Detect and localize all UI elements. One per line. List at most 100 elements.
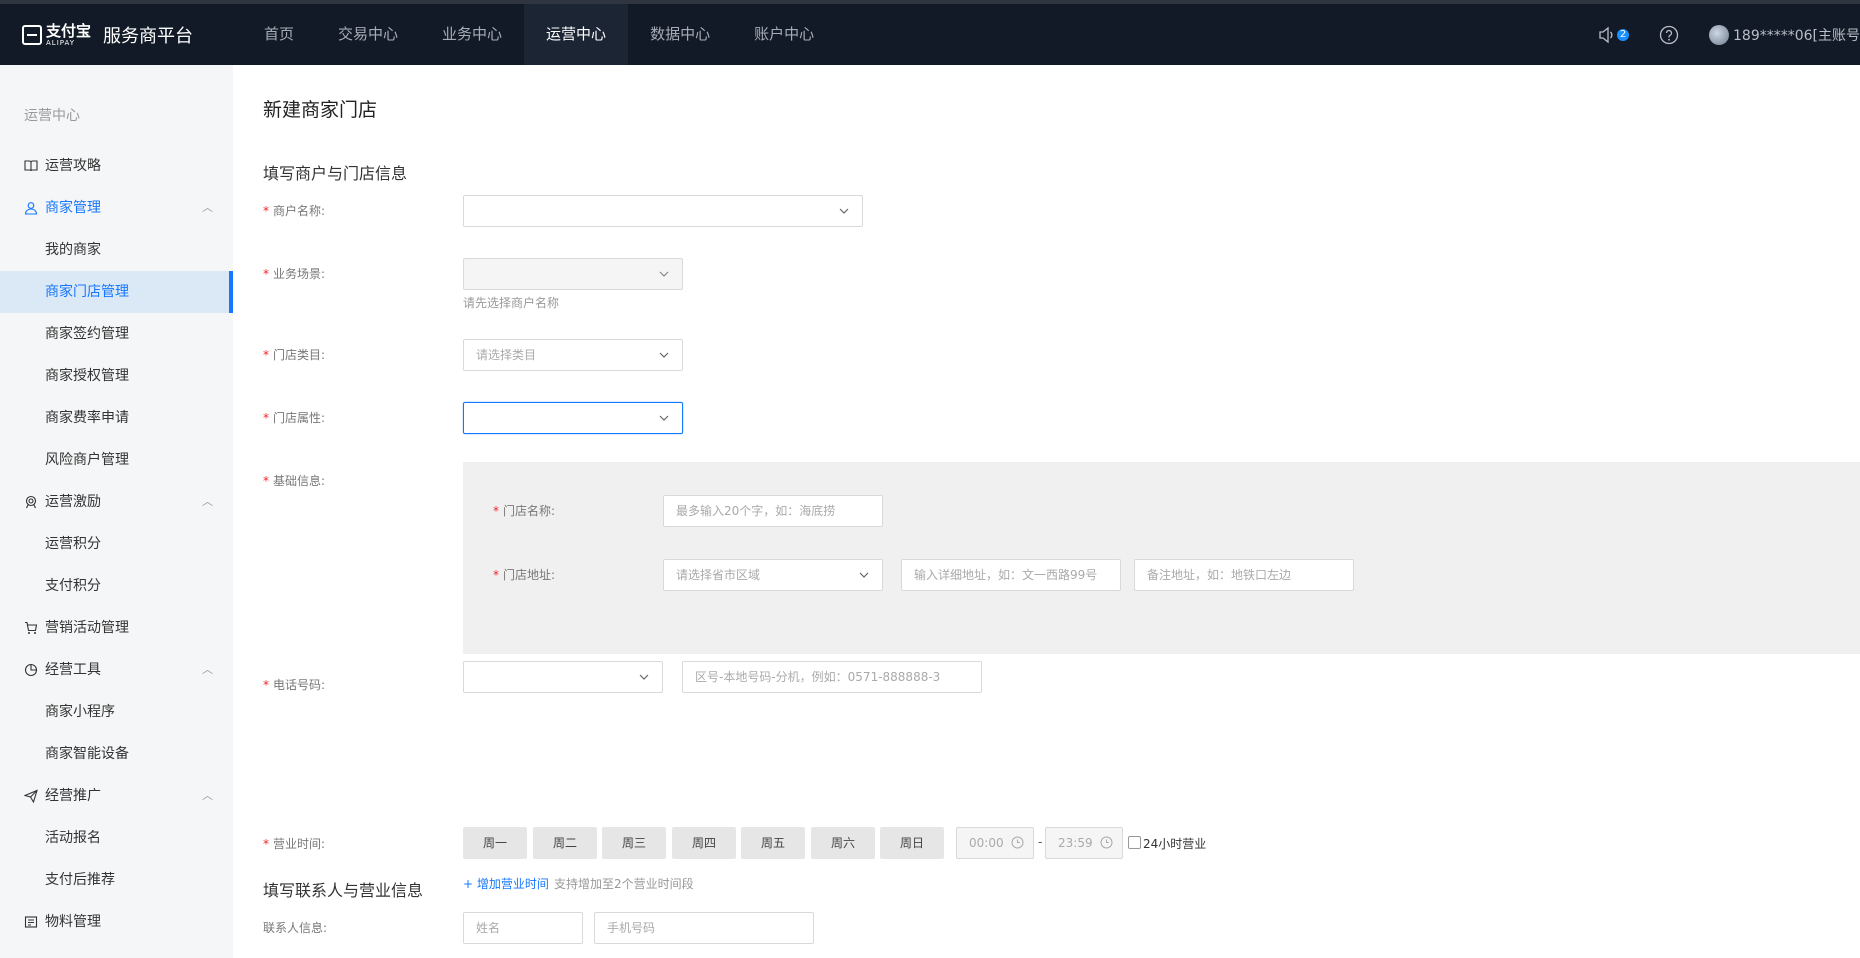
day-saturday-button[interactable]: 周六	[811, 827, 875, 859]
avatar	[1709, 24, 1729, 45]
merchant-name-select[interactable]	[463, 195, 863, 227]
sidebar-item-mini-program[interactable]: 商家小程序	[0, 691, 233, 733]
sidebar-item-smart-devices[interactable]: 商家智能设备	[0, 733, 233, 775]
day-thursday-button[interactable]: 周四	[672, 827, 736, 859]
header-right: 2 189*****06[主账号	[1598, 4, 1860, 65]
sidebar-item-label: 风险商户管理	[45, 452, 129, 468]
sidebar: 运营中心 运营攻略 商家管理 ︿ 我的商家 商家门店管理 商家签约管理 商家授权…	[0, 65, 233, 958]
region-select[interactable]: 请选择省市区域	[663, 559, 883, 591]
alipay-logo: 支付宝 ALIPAY	[22, 23, 91, 47]
cart-icon	[25, 621, 38, 634]
brand[interactable]: 支付宝 ALIPAY 服务商平台	[22, 22, 242, 48]
contact-name-input[interactable]: 姓名	[463, 912, 583, 944]
store-name-input[interactable]: 最多输入20个字，如：海底捞	[663, 495, 883, 527]
sidebar-item-operation-guide[interactable]: 运营攻略	[0, 145, 233, 187]
section-title-contact: 填写联系人与营业信息	[263, 881, 424, 900]
sidebar-item-merchant-management[interactable]: 商家管理 ︿	[0, 187, 233, 229]
sidebar-item-materials[interactable]: 物料管理	[0, 901, 233, 943]
nav-operation-center[interactable]: 运营中心	[524, 4, 629, 65]
sidebar-item-label: 商家授权管理	[45, 368, 129, 384]
chevron-up-icon: ︿	[202, 201, 213, 214]
phone-input[interactable]: 区号-本地号码-分机，例如：0571-888888-3	[682, 661, 982, 693]
sidebar-item-merchant-authorization[interactable]: 商家授权管理	[0, 355, 233, 397]
sidebar-item-merchant-rate[interactable]: 商家费率申请	[0, 397, 233, 439]
day-monday-button[interactable]: 周一	[463, 827, 527, 859]
sidebar-item-merchant-stores[interactable]: 商家门店管理	[0, 271, 233, 313]
sidebar-item-label: 商家费率申请	[45, 410, 129, 426]
phone-type-select[interactable]	[463, 661, 663, 693]
book-icon	[24, 160, 38, 172]
chevron-down-icon	[839, 208, 849, 214]
clock-icon	[1011, 836, 1024, 849]
sidebar-item-business-tools[interactable]: 经营工具 ︿	[0, 649, 233, 691]
chevron-up-icon: ︿	[202, 789, 213, 802]
sidebar-item-label: 支付积分	[45, 578, 101, 594]
sidebar-item-event-signup[interactable]: 活动报名	[0, 817, 233, 859]
store-category-label: * 门店类目:	[263, 348, 326, 362]
store-category-select[interactable]: 请选择类目	[463, 339, 683, 371]
start-time-input[interactable]: 00:00	[956, 827, 1034, 859]
material-icon	[24, 916, 38, 928]
nav-home[interactable]: 首页	[242, 4, 316, 65]
user-name: 189*****06[主账号	[1733, 27, 1860, 44]
sidebar-item-label: 商家智能设备	[45, 746, 129, 762]
day-sunday-button[interactable]: 周日	[880, 827, 944, 859]
day-wednesday-button[interactable]: 周三	[602, 827, 666, 859]
logo-subtext: ALIPAY	[46, 38, 76, 47]
day-friday-button[interactable]: 周五	[741, 827, 805, 859]
sidebar-item-risk-merchants[interactable]: 风险商户管理	[0, 439, 233, 481]
sidebar-item-label: 商家签约管理	[45, 326, 129, 342]
add-hours-link[interactable]: + 增加营业时间	[463, 875, 549, 892]
sidebar-item-label: 商家小程序	[45, 704, 115, 720]
nav-trade-center[interactable]: 交易中心	[316, 4, 420, 65]
sidebar-item-payment-points[interactable]: 支付积分	[0, 565, 233, 607]
help-button[interactable]	[1659, 25, 1679, 45]
merchant-name-label: * 商户名称:	[263, 204, 326, 218]
send-icon	[24, 789, 38, 803]
sidebar-item-label: 运营积分	[45, 536, 101, 552]
sidebar-item-label: 经营工具	[45, 662, 101, 678]
basic-info-label: * 基础信息:	[263, 474, 326, 488]
sidebar-item-merchant-contracts[interactable]: 商家签约管理	[0, 313, 233, 355]
chevron-down-icon	[659, 352, 669, 358]
day-tuesday-button[interactable]: 周二	[533, 827, 597, 859]
business-scene-hint: 请先选择商户名称	[463, 296, 560, 310]
top-bar: 支付宝 ALIPAY 服务商平台 首页 交易中心 业务中心 运营中心 数据中心 …	[0, 0, 1860, 65]
store-attribute-select[interactable]	[463, 402, 683, 434]
chevron-up-icon: ︿	[202, 663, 213, 676]
chevron-down-icon	[659, 271, 669, 277]
sidebar-title: 运营中心	[24, 108, 80, 124]
sidebar-item-label: 运营激励	[45, 494, 101, 510]
pie-chart-icon	[24, 663, 38, 677]
contact-phone-input[interactable]: 手机号码	[594, 912, 814, 944]
sidebar-item-promotion[interactable]: 经营推广 ︿	[0, 775, 233, 817]
sidebar-item-operation-points[interactable]: 运营积分	[0, 523, 233, 565]
sidebar-item-post-payment[interactable]: 支付后推荐	[0, 859, 233, 901]
sidebar-item-label: 运营攻略	[45, 158, 101, 174]
store-attribute-label: * 门店属性:	[263, 411, 326, 425]
sidebar-item-operation-incentive[interactable]: 运营激励 ︿	[0, 481, 233, 523]
main-content: 新建商家门店 填写商户与门店信息 * 商户名称: * 业务场景: 请先选择商户名称 …	[233, 65, 1860, 958]
user-account[interactable]: 189*****06[主账号	[1709, 24, 1860, 45]
sidebar-item-my-merchants[interactable]: 我的商家	[0, 229, 233, 271]
business-scene-select[interactable]	[463, 258, 683, 290]
section-title-store-info: 填写商户与门店信息	[263, 164, 408, 183]
business-scene-label: * 业务场景:	[263, 267, 326, 281]
time-separator: -	[1038, 835, 1043, 849]
sidebar-item-label: 商家管理	[45, 200, 101, 216]
nav-data-center[interactable]: 数据中心	[628, 4, 732, 65]
chevron-down-icon	[639, 674, 649, 680]
end-time-input[interactable]: 23:59	[1045, 827, 1123, 859]
chevron-down-icon	[859, 572, 869, 578]
allday-checkbox[interactable]	[1128, 836, 1141, 849]
nav-business-center[interactable]: 业务中心	[420, 4, 524, 65]
notification-button[interactable]: 2	[1598, 26, 1629, 44]
allday-label: 24小时营业	[1143, 837, 1207, 851]
sidebar-item-marketing[interactable]: 营销活动管理	[0, 607, 233, 649]
platform-name: 服务商平台	[103, 25, 194, 47]
nav-account-center[interactable]: 账户中心	[732, 4, 836, 65]
chevron-up-icon: ︿	[202, 495, 213, 508]
alipay-logo-icon	[22, 24, 42, 45]
address-note-input[interactable]: 备注地址，如：地铁口左边	[1134, 559, 1354, 591]
detail-address-input[interactable]: 输入详细地址，如：文一西路99号	[901, 559, 1121, 591]
